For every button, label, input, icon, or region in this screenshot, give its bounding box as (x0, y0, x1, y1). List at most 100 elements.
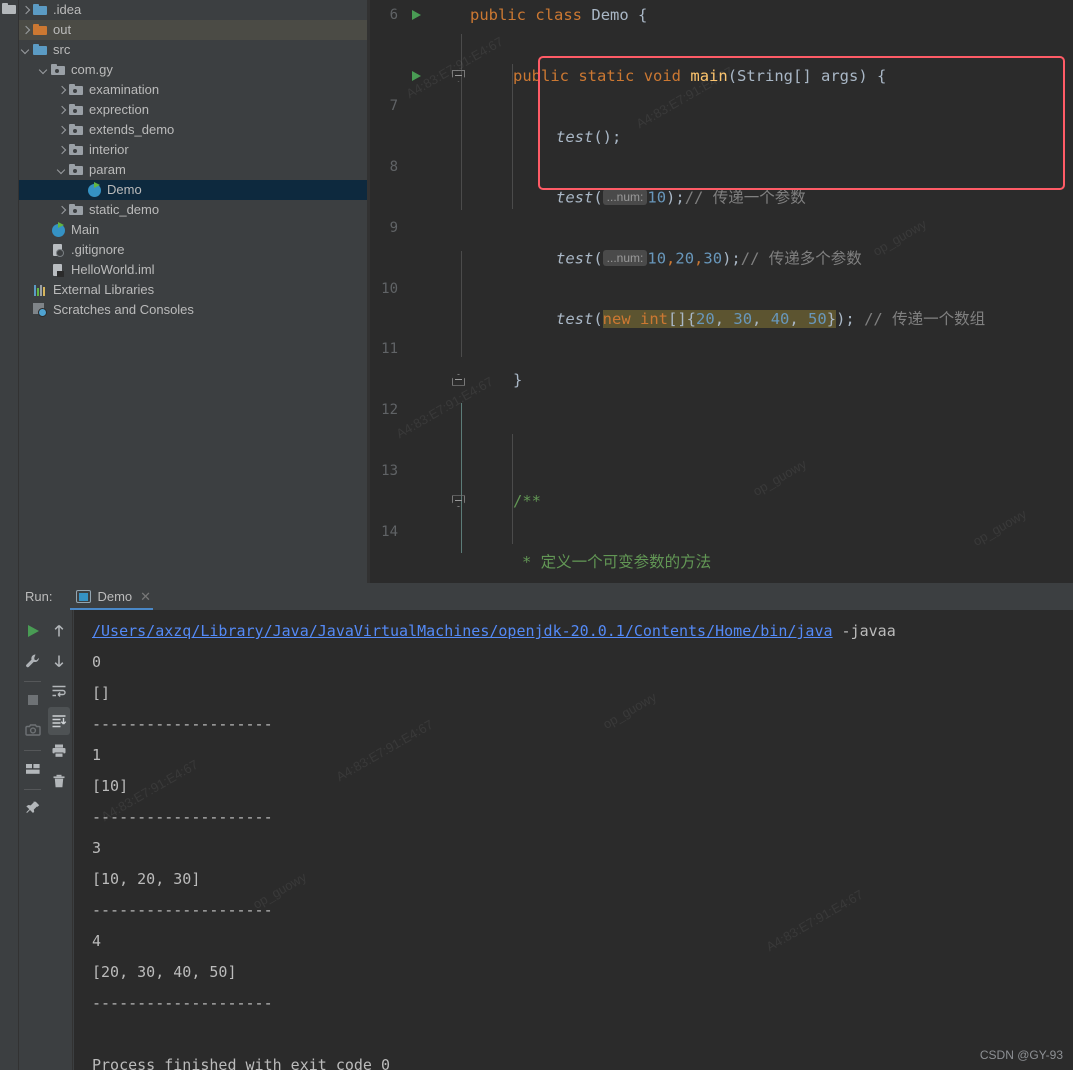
array-brackets: []{ (668, 309, 697, 328)
keyword-new: new (602, 309, 631, 328)
jdk-path-link[interactable]: /Users/axzq/Library/Java/JavaVirtualMach… (92, 622, 833, 640)
layout-button[interactable] (22, 755, 44, 783)
chevron-right-icon[interactable] (55, 124, 68, 137)
run-gutter-icon[interactable] (412, 70, 421, 81)
literal-number: 40 (770, 309, 790, 328)
package-icon (68, 202, 84, 218)
folder-icon (2, 3, 16, 14)
console-output[interactable]: /Users/axzq/Library/Java/JavaVirtualMach… (74, 610, 1073, 1070)
code-line-14[interactable]: 14 /** (370, 486, 1073, 539)
console-line: 3 (92, 839, 102, 857)
tree-item-examination[interactable]: examination (19, 80, 367, 100)
stop-button[interactable] (22, 686, 44, 714)
package-icon (68, 122, 84, 138)
soft-wrap-button[interactable] (48, 677, 70, 705)
fold-open-icon[interactable] (452, 495, 465, 508)
tree-item-extends-demo[interactable]: extends_demo (19, 120, 367, 140)
console-icon (76, 590, 92, 603)
tree-item-external-libraries[interactable]: External Libraries (19, 280, 367, 300)
tree-item-scratches-and-consoles[interactable]: Scratches and Consoles (19, 300, 367, 320)
code-area[interactable]: 6 public class Demo { 7 public static vo… (370, 0, 1073, 571)
down-button[interactable] (48, 647, 70, 675)
run-tab-name: Demo (97, 589, 133, 604)
code-line-8[interactable]: 8 test(); (370, 122, 1073, 175)
code-line-10[interactable]: 10 test(...num: 10,20,30);// 传递多个参数 (370, 243, 1073, 297)
chevron-right-icon[interactable] (55, 204, 68, 217)
parameter-hint-inlay[interactable]: ...num: (602, 189, 648, 206)
close-icon[interactable]: ✕ (140, 589, 151, 605)
pin-button[interactable] (22, 794, 44, 822)
keyword-int: int (640, 309, 669, 328)
literal-number: 30 (733, 309, 753, 328)
tree-item--idea[interactable]: .idea (19, 0, 367, 20)
chevron-right-icon[interactable] (19, 24, 32, 37)
code-line-11[interactable]: 11 test(new int[]{20, 30, 40, 50}); // 传… (370, 304, 1073, 357)
tree-item-main[interactable]: Main (19, 220, 367, 240)
paren-close: ); (666, 188, 685, 207)
project-tree[interactable]: .idea out src com.gy examination exprection ex… (19, 0, 367, 583)
chevron-right-icon[interactable] (55, 104, 68, 117)
code-editor[interactable]: 6 public class Demo { 7 public static vo… (370, 0, 1073, 583)
tree-item-helloworld-iml[interactable]: HelloWorld.iml (19, 260, 367, 280)
chevron-down-icon[interactable] (55, 164, 68, 177)
parameter-hint-inlay[interactable]: ...num: (602, 250, 648, 267)
rerun-button[interactable] (22, 617, 44, 645)
literal-number: 10 (647, 249, 667, 268)
chevron-down-icon[interactable] (37, 64, 50, 77)
tree-item-interior[interactable]: interior (19, 140, 367, 160)
literal-number: 30 (703, 249, 723, 268)
fold-open-icon[interactable] (452, 69, 465, 82)
code-line-7[interactable]: 7 public static void main(String[] args)… (370, 61, 1073, 114)
chevron-down-icon[interactable] (19, 44, 32, 57)
chevron-right-icon[interactable] (55, 144, 68, 157)
package-icon (50, 62, 66, 78)
bookmarks-strip[interactable]: Bookmarks (0, 583, 19, 1070)
line-comment: // 传递一个数组 (864, 309, 986, 328)
scratches-icon (32, 302, 48, 318)
line-comment: // 传递多个参数 (740, 249, 862, 268)
run-toolbar-right (46, 610, 73, 1070)
java-class-icon (86, 182, 102, 198)
code-line-6[interactable]: 6 public class Demo { (370, 0, 1073, 30)
settings-button[interactable] (22, 647, 44, 675)
line-number: 6 (389, 7, 398, 23)
tree-item-param[interactable]: param (19, 160, 367, 180)
up-button[interactable] (48, 617, 70, 645)
print-button[interactable] (48, 737, 70, 765)
console-line: Process finished with exit code 0 (92, 1056, 391, 1070)
folder-orange-icon (32, 22, 48, 38)
code-line-9[interactable]: 9 test(...num: 10);// 传递一个参数 (370, 182, 1073, 236)
tree-item-label: exprection (89, 102, 149, 117)
line-number: 13 (381, 462, 398, 479)
scroll-to-end-button[interactable] (48, 707, 70, 735)
line-number: 9 (389, 219, 398, 236)
tree-item-static-demo[interactable]: static_demo (19, 200, 367, 220)
left-tool-strip (0, 0, 19, 583)
clear-all-button[interactable] (48, 767, 70, 795)
run-gutter-icon[interactable] (412, 10, 421, 20)
tree-item--gitignore[interactable]: .gitignore (19, 240, 367, 260)
fold-end-icon[interactable] (452, 373, 465, 386)
code-line-12[interactable]: 12 } (370, 365, 1073, 418)
code-line-15[interactable]: 15 * 定义一个可变参数的方法 (370, 547, 1073, 577)
line-comment: // 传递一个参数 (684, 188, 806, 207)
tree-item-exprection[interactable]: exprection (19, 100, 367, 120)
line-number: 12 (381, 402, 398, 419)
tree-item-label: HelloWorld.iml (71, 262, 155, 277)
console-command-line[interactable]: /Users/axzq/Library/Java/JavaVirtualMach… (92, 616, 1073, 647)
toolbar-separator (24, 681, 41, 682)
close-brace: } (826, 309, 837, 328)
paren-close: ); (722, 249, 741, 268)
code-line-13[interactable]: 13 (370, 426, 1073, 479)
tree-item-com-gy[interactable]: com.gy (19, 60, 367, 80)
tree-item-demo[interactable]: Demo (19, 180, 367, 200)
project-tool-window-button[interactable] (2, 3, 16, 14)
chevron-right-icon[interactable] (19, 4, 32, 17)
chevron-right-icon[interactable] (55, 84, 68, 97)
screenshot-button[interactable] (22, 716, 44, 744)
method-params: (String[] args) { (727, 66, 887, 85)
tree-item-out[interactable]: out (19, 20, 367, 40)
tree-item-src[interactable]: src (19, 40, 367, 60)
run-tab-demo[interactable]: Demo ✕ (70, 583, 157, 610)
